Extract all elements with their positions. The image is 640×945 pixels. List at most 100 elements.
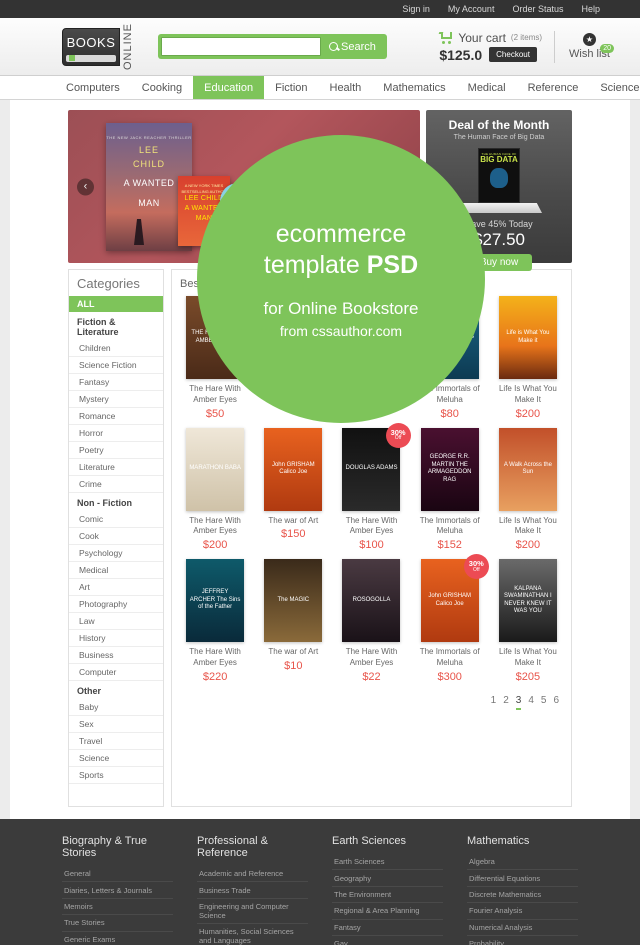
nav-item-computers[interactable]: Computers [55,76,131,99]
sidebar-item-all[interactable]: ALL [69,296,163,312]
footer-link[interactable]: Generic Exams [62,932,173,945]
sidebar-item-travel[interactable]: Travel [69,733,163,750]
product-card[interactable]: THE HARE The Hare With Amber Eyes $60 [334,296,408,422]
footer-link[interactable]: Memoirs [62,899,173,916]
product-card[interactable]: KALPANA SWAMINATHAN I NEVER KNEW IT WAS … [491,559,565,685]
product-card[interactable]: John GRISHAM Calico Joe The war of Art $15… [256,427,330,554]
sidebar-item-science[interactable]: Science [69,750,163,767]
footer-link[interactable]: General [62,866,173,883]
pagination-page-1[interactable]: 1 [491,695,497,710]
product-title[interactable]: The Hare With Amber Eyes [178,516,252,538]
sidebar-item-psychology[interactable]: Psychology [69,545,163,562]
nav-item-medical[interactable]: Medical [457,76,517,99]
product-card[interactable]: GEORGE R.R. MARTIN THE ARMAGEDDON RAG The… [413,427,487,554]
footer-link[interactable]: Algebra [467,854,578,871]
sidebar-item-art[interactable]: Art [69,579,163,596]
sidebar-item-literature[interactable]: Literature [69,459,163,476]
slider-prev-arrow[interactable]: ‹ [77,178,94,195]
sidebar-item-medical[interactable]: Medical [69,562,163,579]
product-card[interactable]: The MAGIC The war of Art $10 [256,559,330,685]
product-card[interactable]: THE IMMORTALS The Immortals of Meluha $80 [413,296,487,422]
nav-item-education[interactable]: Education [193,76,265,99]
product-title[interactable]: The Hare With Amber Eyes [334,384,408,406]
nav-item-science[interactable]: Science [589,76,640,99]
sidebar-item-crime[interactable]: Crime [69,476,163,493]
nav-item-reference[interactable]: Reference [517,76,590,99]
sidebar-item-sex[interactable]: Sex [69,716,163,733]
utility-link-help[interactable]: Help [581,4,600,14]
footer-link[interactable]: Regional & Area Planning [332,903,443,920]
product-title[interactable]: The Immortals of Meluha [413,647,487,669]
hero-slider[interactable]: ‹ THE NEW JACK REACHER THRILLER LEE CHIL… [68,110,420,263]
product-title[interactable]: The Hare With Amber Eyes [334,516,408,538]
sidebar-item-baby[interactable]: Baby [69,699,163,716]
nav-item-cooking[interactable]: Cooking [131,76,193,99]
product-title[interactable]: The war of Art [256,516,330,527]
footer-link[interactable]: Fourier Analysis [467,903,578,920]
footer-link[interactable]: Business Trade [197,882,308,899]
pagination-page-4[interactable]: 4 [528,695,534,710]
sidebar-item-business[interactable]: Business [69,647,163,664]
product-title[interactable]: Life Is What You Make It [491,647,565,669]
footer-link[interactable]: Differential Equations [467,870,578,887]
sidebar-item-fantasy[interactable]: Fantasy [69,374,163,391]
nav-item-health[interactable]: Health [319,76,373,99]
product-card[interactable]: A Walk Across the Sun Life Is What You Ma… [491,427,565,554]
search-button[interactable]: Search [321,41,384,53]
product-card[interactable]: JEFFREY ARCHER The Sins of the Father The… [178,559,252,685]
checkout-button[interactable]: Checkout [489,47,537,62]
wishlist-block[interactable]: ★ Wish list 20 [555,33,614,60]
footer-link[interactable]: Diaries, Letters & Journals [62,882,173,899]
product-card[interactable]: Life is What You Make it Life Is What You… [491,296,565,422]
nav-item-mathematics[interactable]: Mathematics [372,76,456,99]
product-title[interactable]: The war of Art [256,647,330,658]
footer-link[interactable]: The Environment [332,887,443,904]
sidebar-item-computer[interactable]: Computer [69,664,163,681]
footer-link[interactable]: Academic and Reference [197,866,308,883]
product-card[interactable]: THE HARE WITH AMBER EYES The Hare With Am… [178,296,252,422]
sidebar-item-children[interactable]: Children [69,340,163,357]
sidebar-item-comic[interactable]: Comic [69,511,163,528]
footer-link[interactable]: Humanities, Social Sciences and Language… [197,924,308,945]
product-title[interactable]: The war of Art [256,384,330,395]
footer-link[interactable]: Geography [332,870,443,887]
nav-item-fiction[interactable]: Fiction [264,76,318,99]
footer-link[interactable]: Earth Sciences [332,854,443,871]
product-title[interactable]: The Hare With Amber Eyes [178,384,252,406]
utility-link-my-account[interactable]: My Account [448,4,495,14]
product-card[interactable]: DOUGLAS ADAMS 30% Off The Hare With Amber E… [334,422,411,554]
pagination-page-2[interactable]: 2 [503,695,509,710]
footer-link[interactable]: Gay [332,936,443,945]
footer-link[interactable]: Fantasy [332,920,443,936]
footer-link[interactable]: Numerical Analysis [467,920,578,936]
sidebar-item-mystery[interactable]: Mystery [69,391,163,408]
pagination-page-3[interactable]: 3 [515,695,522,710]
footer-link[interactable]: Engineering and Computer Science [197,899,308,925]
buy-now-button[interactable]: Buy now [465,254,533,271]
utility-link-order-status[interactable]: Order Status [512,4,563,14]
product-title[interactable]: The Immortals of Meluha [413,384,487,406]
site-logo[interactable]: BOOKS ONLINE [62,23,136,70]
product-card[interactable]: THE WAR OF ART The war of Art $120 [256,296,330,422]
sidebar-item-horror[interactable]: Horror [69,425,163,442]
product-title[interactable]: The Hare With Amber Eyes [178,647,252,669]
sidebar-item-romance[interactable]: Romance [69,408,163,425]
footer-link[interactable]: Probability [467,936,578,945]
product-title[interactable]: The Hare With Amber Eyes [334,647,408,669]
sidebar-item-photography[interactable]: Photography [69,596,163,613]
sidebar-item-law[interactable]: Law [69,613,163,630]
utility-link-sign-in[interactable]: Sign in [402,4,430,14]
product-title[interactable]: The Immortals of Meluha [413,516,487,538]
sidebar-item-science-fiction[interactable]: Science Fiction [69,357,163,374]
cart-block[interactable]: Your cart (2 items) $125.0 Checkout [438,30,556,63]
footer-link[interactable]: Discrete Mathematics [467,887,578,904]
sidebar-item-history[interactable]: History [69,630,163,647]
pagination-page-6[interactable]: 6 [553,695,559,710]
search-input[interactable] [161,37,321,56]
product-card[interactable]: ROSOGOLLA The Hare With Amber Eyes $22 [334,559,408,685]
product-card[interactable]: MARATHON BABA The Hare With Amber Eyes $20… [178,427,252,554]
sidebar-item-poetry[interactable]: Poetry [69,442,163,459]
sidebar-item-sports[interactable]: Sports [69,767,163,784]
product-card[interactable]: John GRISHAM Calico Joe 30% Off The Immorta… [413,554,489,685]
product-title[interactable]: Life Is What You Make It [491,516,565,538]
